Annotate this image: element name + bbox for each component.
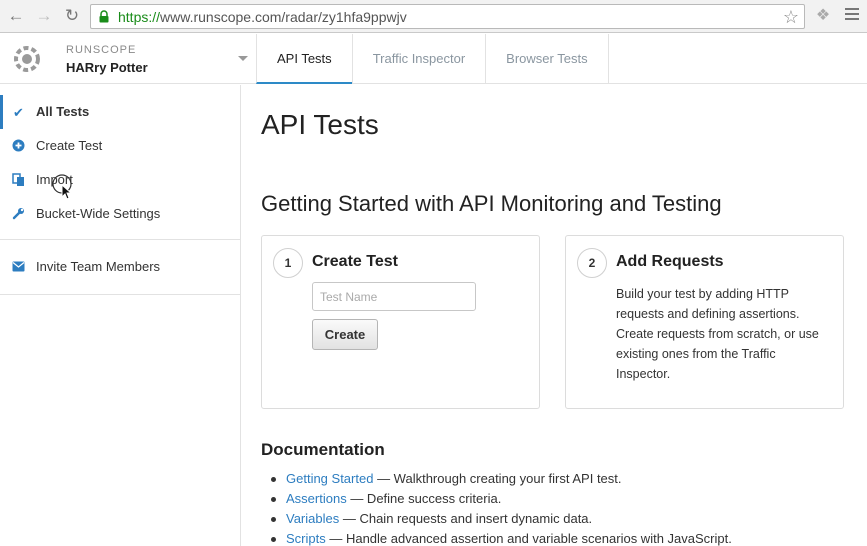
step-title: Create Test — [312, 253, 398, 270]
url-path: www.runscope.com/radar/zy1hfa9ppwjv — [160, 9, 407, 25]
list-item: Getting Started — Walkthrough creating y… — [261, 469, 732, 489]
sidebar-item-label: Create Test — [36, 138, 103, 153]
chevron-down-icon[interactable] — [238, 56, 248, 61]
page-title: API Tests — [261, 109, 379, 140]
back-arrow-icon[interactable]: ← — [6, 6, 26, 26]
step-title: Add Requests — [616, 253, 724, 270]
doc-link-variables[interactable]: Variables — [286, 511, 339, 526]
bucket-selector[interactable]: HARry Potter — [66, 60, 148, 75]
url-text: https://www.runscope.com/radar/zy1hfa9pp… — [118, 9, 407, 25]
browser-toolbar: ← → ↻ https://www.runscope.com/radar/zy1… — [0, 0, 867, 33]
step-number: 1 — [273, 248, 303, 278]
doc-link-scripts[interactable]: Scripts — [286, 531, 326, 546]
tab-browser-tests[interactable]: Browser Tests — [485, 34, 609, 84]
sidebar-item-bucket-settings[interactable]: Bucket-Wide Settings — [0, 197, 240, 231]
tab-api-tests[interactable]: API Tests — [256, 34, 352, 84]
sidebar-item-invite[interactable]: Invite Team Members — [0, 250, 240, 284]
check-icon: ✔ — [13, 105, 24, 120]
sidebar-divider — [0, 294, 240, 295]
forward-arrow-icon[interactable]: → — [34, 6, 54, 26]
wrench-icon — [11, 207, 26, 222]
step-description: Build your test by adding HTTP requests … — [616, 287, 819, 381]
step-card-add-requests: 2 Add Requests Build your test by adding… — [565, 235, 844, 409]
app-header: RUNSCOPE HARry Potter API Tests Traffic … — [0, 34, 867, 84]
doc-link-getting-started[interactable]: Getting Started — [286, 471, 373, 486]
brand-name: RUNSCOPE — [66, 44, 137, 56]
main-tabs: API Tests Traffic Inspector Browser Test… — [256, 34, 609, 84]
url-scheme: https:// — [118, 9, 161, 25]
envelope-icon — [11, 260, 26, 275]
list-item: Variables — Chain requests and insert dy… — [261, 509, 732, 529]
extension-icon[interactable]: ❖ — [813, 6, 833, 26]
plus-circle-icon — [11, 139, 26, 154]
doc-description: — Define success criteria. — [346, 491, 502, 506]
list-item: Assertions — Define success criteria. — [261, 489, 732, 509]
sidebar-item-label: Bucket-Wide Settings — [36, 206, 161, 221]
main-content: API Tests Getting Started with API Monit… — [261, 85, 867, 546]
sidebar-item-create-test[interactable]: Create Test — [0, 129, 240, 163]
documentation-title: Documentation — [261, 440, 385, 459]
doc-description: — Walkthrough creating your first API te… — [373, 471, 622, 486]
step-card-create-test: 1 Create Test Create — [261, 235, 540, 409]
sidebar-item-label: Invite Team Members — [36, 259, 161, 274]
documentation-list: Getting Started — Walkthrough creating y… — [261, 469, 732, 546]
reload-icon[interactable]: ↻ — [62, 6, 82, 26]
step-number: 2 — [577, 248, 607, 278]
sidebar-item-all-tests[interactable]: ✔ All Tests — [0, 95, 240, 129]
getting-started-title: Getting Started with API Monitoring and … — [261, 191, 722, 216]
sidebar: ✔ All Tests Create Test Import Bucket-Wi… — [0, 85, 241, 546]
doc-link-assertions[interactable]: Assertions — [286, 491, 347, 506]
test-name-input[interactable] — [312, 282, 476, 311]
sidebar-item-label: All Tests — [36, 104, 90, 119]
tab-traffic-inspector[interactable]: Traffic Inspector — [351, 34, 485, 84]
doc-description: — Chain requests and insert dynamic data… — [339, 511, 593, 526]
runscope-logo-icon[interactable] — [11, 43, 43, 75]
doc-description: — Handle advanced assertion and variable… — [325, 531, 732, 546]
bookmark-star-icon[interactable]: ☆ — [783, 6, 799, 28]
sidebar-item-import[interactable]: Import — [0, 163, 240, 197]
mouse-cursor-icon — [52, 174, 73, 200]
list-item: Scripts — Handle advanced assertion and … — [261, 529, 732, 546]
browser-menu-icon[interactable] — [845, 8, 859, 23]
address-bar[interactable]: https://www.runscope.com/radar/zy1hfa9pp… — [90, 4, 805, 29]
create-test-button[interactable]: Create — [312, 319, 378, 350]
lock-icon — [99, 10, 109, 23]
import-icon — [11, 173, 26, 188]
